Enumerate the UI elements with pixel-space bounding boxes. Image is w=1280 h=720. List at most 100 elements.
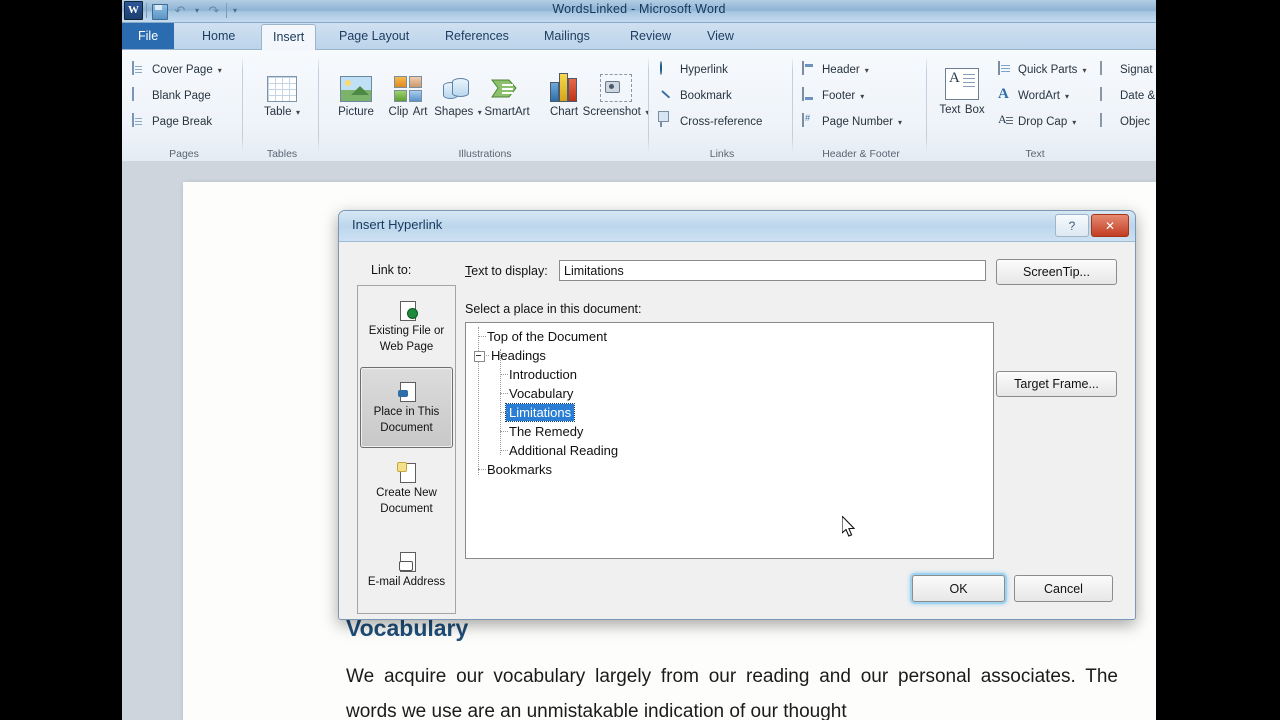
link-to-item-label-1a: Existing File or <box>368 324 445 337</box>
collapse-headings-icon[interactable] <box>474 351 485 362</box>
drop-cap-icon <box>998 114 1014 130</box>
link-to-item-label-3b: Document <box>380 502 433 515</box>
text-to-display-label: Text to display: <box>465 264 548 278</box>
quick-parts-icon <box>998 61 1014 78</box>
page-number-caret-icon: ▾ <box>897 117 902 127</box>
wordart-icon <box>998 88 1014 104</box>
link-to-item-label-4a: E-mail Address <box>367 575 446 588</box>
tab-file[interactable]: File <box>122 23 175 49</box>
text-to-display-input[interactable]: Limitations <box>559 260 986 281</box>
screenshot-button[interactable]: Screenshot ▾ <box>580 62 652 120</box>
table-label: Table <box>264 106 292 118</box>
tree-item-additional-reading[interactable]: Additional Reading <box>466 441 993 460</box>
tab-home[interactable]: Home <box>191 24 246 49</box>
link-to-item-create-new-document[interactable]: Create New Document <box>358 448 455 529</box>
tree-item-vocabulary[interactable]: Vocabulary <box>466 384 993 403</box>
letterbox-left <box>0 0 122 720</box>
drop-cap-caret-icon: ▾ <box>1072 117 1077 127</box>
tree-item-introduction[interactable]: Introduction <box>466 365 993 384</box>
tree-item-headings[interactable]: Headings <box>466 346 993 365</box>
clip-art-button[interactable]: Clip Art <box>380 62 436 120</box>
close-icon[interactable]: ✕ <box>1091 214 1129 237</box>
group-divider-2 <box>318 56 319 152</box>
object-icon <box>1100 113 1116 130</box>
place-tree[interactable]: Top of the Document Headings Introductio… <box>465 322 994 559</box>
tab-view[interactable]: View <box>696 24 745 49</box>
smartart-label: SmartArt <box>484 106 530 118</box>
drop-cap-button[interactable]: Drop Cap ▾ <box>998 110 1076 134</box>
link-to-item-existing-file-or-web-page[interactable]: Existing File or Web Page <box>358 286 455 367</box>
tree-item-the-remedy[interactable]: The Remedy <box>466 422 993 441</box>
footer-button[interactable]: Footer ▾ <box>802 84 864 108</box>
hyperlink-icon <box>660 61 676 78</box>
table-icon <box>254 62 310 102</box>
picture-button[interactable]: Picture <box>328 62 384 120</box>
hyperlink-button[interactable]: Hyperlink <box>660 58 728 82</box>
help-icon[interactable]: ? <box>1055 214 1089 237</box>
insert-hyperlink-dialog: Insert Hyperlink ? ✕ Link to: Existing F… <box>338 210 1136 620</box>
quick-parts-button[interactable]: Quick Parts ▾ <box>998 58 1086 82</box>
ribbon: Cover Page ▾ Blank Page Page Break Pages <box>122 50 1156 163</box>
signature-line-button[interactable]: Signat <box>1100 58 1153 82</box>
wordart-caret-icon: ▾ <box>1064 91 1069 101</box>
existing-file-icon <box>396 300 418 322</box>
cross-reference-button[interactable]: Cross-reference <box>660 110 762 134</box>
tab-mailings[interactable]: Mailings <box>533 24 601 49</box>
picture-icon <box>328 62 384 102</box>
link-to-item-e-mail-address[interactable]: E-mail Address <box>358 529 455 610</box>
target-frame-button[interactable]: Target Frame... <box>996 371 1117 397</box>
wordart-label: WordArt <box>1018 90 1060 102</box>
window-title: WordsLinked - Microsoft Word <box>552 2 726 16</box>
table-button[interactable]: Table ▾ <box>254 62 310 120</box>
shapes-button[interactable]: Shapes ▾ <box>430 62 486 120</box>
ribbon-group-links: Hyperlink Bookmark Cross-reference Links <box>652 50 792 162</box>
dialog-body: Link to: Existing File or Web Page Place… <box>339 242 1135 619</box>
page-break-icon <box>132 113 148 130</box>
group-label-illustrations: Illustrations <box>458 148 512 160</box>
tab-insert[interactable]: Insert <box>261 24 317 50</box>
wordart-button[interactable]: WordArt ▾ <box>998 84 1069 108</box>
text-box-button[interactable]: A Text Box <box>934 60 990 118</box>
date-and-time-button[interactable]: Date & <box>1100 84 1155 108</box>
cancel-label: Cancel <box>1044 581 1083 596</box>
tree-item-bookmarks[interactable]: Bookmarks <box>466 460 993 479</box>
title-bar: W ↶ ▾ ↷ ▾ WordsLinked - Microsoft Word <box>122 0 1156 23</box>
screentip-label: ScreenTip... <box>1023 265 1090 279</box>
tab-page-layout[interactable]: Page Layout <box>328 24 420 49</box>
dialog-title-bar[interactable]: Insert Hyperlink ? ✕ <box>339 211 1135 242</box>
email-address-icon <box>396 551 418 573</box>
footer-caret-icon: ▾ <box>860 91 865 101</box>
header-button[interactable]: Header ▾ <box>802 58 869 82</box>
tab-references[interactable]: References <box>434 24 520 49</box>
header-icon <box>802 61 818 78</box>
tree-item-top-of-the-document[interactable]: Top of the Document <box>466 327 993 346</box>
link-to-label: Link to: <box>371 263 412 277</box>
signature-icon <box>1100 61 1116 78</box>
document-paragraph: We acquire our vocabulary largely from o… <box>346 666 1118 720</box>
place-in-document-icon <box>396 381 418 403</box>
smartart-button[interactable]: SmartArt <box>479 62 535 120</box>
chart-label: Chart <box>549 106 579 118</box>
page-number-button[interactable]: Page Number ▾ <box>802 110 902 134</box>
tree-item-label-5: The Remedy <box>509 424 584 439</box>
link-to-item-place-in-this-document[interactable]: Place in This Document <box>360 367 453 448</box>
ok-button[interactable]: OK <box>912 575 1005 602</box>
tab-review[interactable]: Review <box>619 24 682 49</box>
dialog-title: Insert Hyperlink <box>352 217 443 232</box>
footer-icon <box>802 87 818 104</box>
page-number-icon <box>802 113 818 130</box>
page-break-button[interactable]: Page Break <box>132 110 212 134</box>
quick-parts-label: Quick Parts <box>1018 64 1078 76</box>
tree-item-limitations[interactable]: Limitations <box>466 403 993 422</box>
blank-page-button[interactable]: Blank Page <box>132 84 211 108</box>
screentip-button[interactable]: ScreenTip... <box>996 259 1117 285</box>
object-button[interactable]: Objec <box>1100 110 1150 134</box>
bookmark-button[interactable]: Bookmark <box>660 84 732 108</box>
tree-item-label-7: Bookmarks <box>487 462 553 477</box>
ribbon-group-header-footer: Header ▾ Footer ▾ Page Number ▾ Header &… <box>796 50 926 162</box>
cross-reference-icon <box>660 113 676 130</box>
tree-item-label-0: Top of the Document <box>487 329 607 344</box>
tree-item-label-3: Vocabulary <box>509 386 574 401</box>
cancel-button[interactable]: Cancel <box>1014 575 1113 602</box>
cover-page-button[interactable]: Cover Page ▾ <box>132 58 222 82</box>
